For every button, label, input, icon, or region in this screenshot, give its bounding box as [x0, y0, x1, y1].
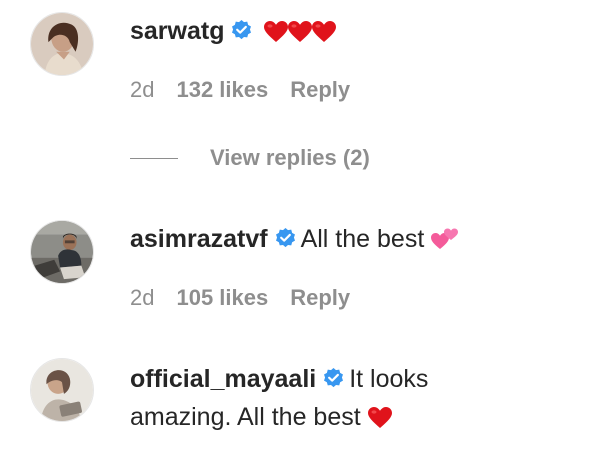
- verified-badge-icon: [322, 367, 345, 390]
- avatar[interactable]: [30, 220, 94, 284]
- avatar-image: [31, 359, 93, 421]
- avatar-image: [31, 13, 93, 75]
- comment-body: sarwatg: [130, 12, 592, 50]
- reply-button[interactable]: Reply: [290, 285, 350, 310]
- red-heart-emoji-icon: [264, 21, 289, 43]
- comment-line: official_mayaali It looks: [130, 360, 592, 398]
- comment-meta: 2d 132 likes Reply: [130, 75, 372, 105]
- likes-count[interactable]: 105 likes: [176, 285, 268, 310]
- comment-time[interactable]: 2d: [130, 77, 154, 102]
- avatar[interactable]: [30, 358, 94, 422]
- comment-line: amazing. All the best: [130, 398, 592, 436]
- comment-body: official_mayaali It looks amazing. All th…: [130, 360, 592, 436]
- avatar[interactable]: [30, 12, 94, 76]
- comment-line: sarwatg: [130, 12, 592, 50]
- username-link[interactable]: sarwatg: [130, 17, 224, 45]
- view-replies-label: View replies (2): [210, 145, 370, 170]
- two-hearts-emoji-icon: [431, 227, 459, 251]
- comment-line: asimrazatvf All the best: [130, 220, 592, 258]
- username-link[interactable]: asimrazatvf: [130, 225, 268, 253]
- comment-text: All the best: [300, 225, 425, 253]
- avatar-image: [31, 221, 93, 283]
- comment-meta: 2d 105 likes Reply: [130, 283, 372, 313]
- verified-badge-icon: [274, 227, 297, 250]
- verified-badge-icon: [230, 19, 253, 42]
- username-link[interactable]: official_mayaali: [130, 365, 316, 393]
- comment-text: It looks: [349, 365, 429, 393]
- likes-count[interactable]: 132 likes: [176, 77, 268, 102]
- replies-divider: [130, 157, 178, 159]
- comment-text-continued: amazing. All the best: [130, 403, 361, 431]
- comment-time[interactable]: 2d: [130, 285, 154, 310]
- red-heart-emoji-icon: [288, 21, 313, 43]
- red-heart-emoji-icon: [367, 407, 392, 429]
- reply-button[interactable]: Reply: [290, 77, 350, 102]
- comment-body: asimrazatvf All the best: [130, 220, 592, 258]
- view-replies-button[interactable]: View replies (2): [130, 143, 370, 173]
- red-heart-emoji-icon: [312, 21, 337, 43]
